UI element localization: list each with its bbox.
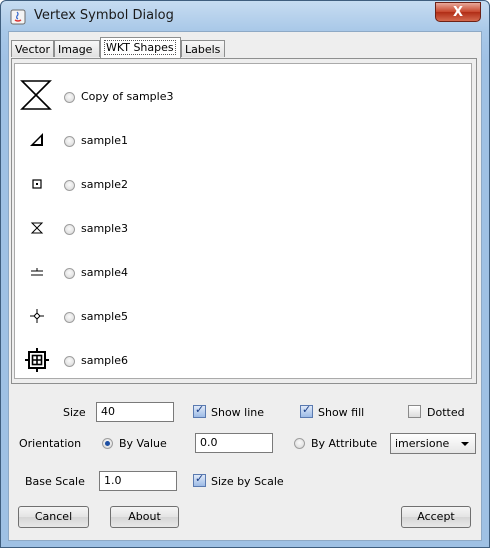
show-line-label: Show line <box>211 406 265 419</box>
show-line-checkbox[interactable] <box>193 403 206 418</box>
square-dot-icon <box>32 179 42 189</box>
close-button[interactable]: X <box>435 2 481 22</box>
dotted-label: Dotted <box>427 406 465 419</box>
java-app-icon <box>10 9 26 25</box>
shape-radio[interactable] <box>64 92 75 103</box>
dialog-body: Vector Image WKT Shapes Labels Copy of s… <box>8 31 482 541</box>
shape-radio[interactable] <box>64 268 75 279</box>
tab-image[interactable]: Image <box>54 40 100 57</box>
shape-label: sample2 <box>81 178 128 191</box>
shape-radio[interactable] <box>64 356 75 367</box>
by-value-radio[interactable] <box>102 438 113 449</box>
dotted-checkbox[interactable] <box>408 405 421 418</box>
hourglass-large-icon <box>20 80 52 110</box>
about-button[interactable]: About <box>110 506 179 528</box>
cancel-button[interactable]: Cancel <box>18 506 89 528</box>
orientation-value-field[interactable]: 0.0 <box>195 433 273 453</box>
shape-label: sample6 <box>81 354 128 367</box>
base-scale-label: Base Scale <box>25 475 85 488</box>
show-fill-label: Show fill <box>318 406 365 419</box>
orientation-label: Orientation <box>19 437 82 450</box>
shape-list: Copy of sample3 sample1 sample2 sample3 … <box>14 63 472 379</box>
vertex-symbol-dialog: Vertex Symbol Dialog X Vector Image WKT … <box>0 0 490 548</box>
size-by-scale-label: Size by Scale <box>211 475 284 488</box>
star-cross-icon <box>30 309 44 323</box>
by-value-label: By Value <box>119 437 167 450</box>
target-square-icon <box>25 348 49 372</box>
attribute-select-value: imersione <box>395 437 450 450</box>
shape-label: Copy of sample3 <box>81 90 174 103</box>
filled-triangle-icon <box>30 133 43 146</box>
double-line-icon <box>31 268 43 276</box>
by-attribute-label: By Attribute <box>311 437 378 450</box>
accept-button[interactable]: Accept <box>401 506 471 528</box>
tab-vector[interactable]: Vector <box>11 40 54 57</box>
attribute-select[interactable]: imersione <box>390 433 476 454</box>
tab-wkt-shapes[interactable]: WKT Shapes <box>100 37 181 58</box>
size-by-scale-checkbox[interactable] <box>193 472 206 487</box>
size-field[interactable]: 40 <box>96 402 174 422</box>
window-title: Vertex Symbol Dialog <box>34 8 174 23</box>
chevron-down-icon <box>461 442 469 446</box>
shape-label: sample4 <box>81 266 128 279</box>
show-fill-checkbox[interactable] <box>300 403 313 418</box>
shape-radio[interactable] <box>64 136 75 147</box>
shape-radio[interactable] <box>64 180 75 191</box>
shape-radio[interactable] <box>64 224 75 235</box>
hourglass-icon <box>30 222 44 234</box>
tab-labels[interactable]: Labels <box>181 40 225 57</box>
shape-label: sample3 <box>81 222 128 235</box>
size-label: Size <box>63 406 86 419</box>
wkt-shapes-panel: Copy of sample3 sample1 sample2 sample3 … <box>11 58 477 384</box>
shape-radio[interactable] <box>64 312 75 323</box>
shape-label: sample1 <box>81 134 128 147</box>
title-bar[interactable]: Vertex Symbol Dialog X <box>1 1 489 31</box>
by-attribute-radio[interactable] <box>294 438 305 449</box>
base-scale-field[interactable]: 1.0 <box>99 471 177 491</box>
shape-label: sample5 <box>81 310 128 323</box>
